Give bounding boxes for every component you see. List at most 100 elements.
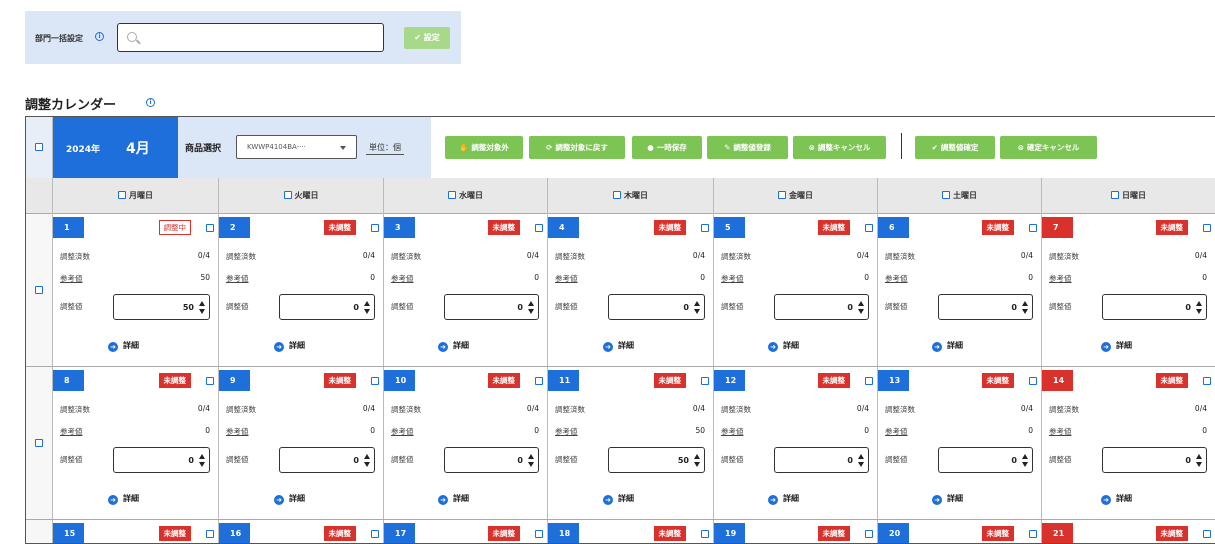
- adjust-value-stepper[interactable]: 0: [774, 447, 869, 473]
- day-cell[interactable]: 11 未調整 調整済数 0/4 参考値 50 調整値 50 ➜ 詳細: [548, 367, 714, 519]
- detail-link[interactable]: ➜ 詳細: [603, 493, 634, 505]
- detail-link[interactable]: ➜ 詳細: [932, 493, 963, 505]
- reference-link[interactable]: 参考値: [60, 273, 83, 284]
- day-checkbox[interactable]: [1029, 377, 1037, 385]
- day-cell[interactable]: 3 未調整 調整済数 0/4 参考値 0 調整値 0 ➜ 詳細: [384, 214, 548, 366]
- day-checkbox[interactable]: [865, 377, 873, 385]
- adjust-value-stepper[interactable]: 0: [444, 294, 539, 320]
- stepper-up-icon[interactable]: [199, 301, 205, 306]
- department-search-input[interactable]: [144, 28, 374, 48]
- stepper-down-icon[interactable]: [364, 309, 370, 314]
- action-button-5[interactable]: ⊗ 調整キャンセル: [793, 136, 886, 159]
- day-cell[interactable]: 2 未調整 調整済数 0/4 参考値 0 調整値 0 ➜ 詳細: [219, 214, 384, 366]
- day-cell[interactable]: 8 未調整 調整済数 0/4 参考値 0 調整値 0 ➜ 詳細: [53, 367, 219, 519]
- day-checkbox[interactable]: [371, 377, 379, 385]
- day-cell[interactable]: 14 未調整 調整済数 0/4 参考値 0 調整値 0 ➜ 詳細: [1042, 367, 1215, 519]
- stepper-up-icon[interactable]: [858, 454, 864, 459]
- stepper-up-icon[interactable]: [199, 454, 205, 459]
- day-checkbox[interactable]: [1029, 224, 1037, 232]
- day-cell[interactable]: 12 未調整 調整済数 0/4 参考値 0 調整値 0 ➜ 詳細: [714, 367, 878, 519]
- day-cell[interactable]: 15 未調整: [53, 520, 219, 543]
- adjust-value-stepper[interactable]: 0: [113, 447, 210, 473]
- adjust-value-input[interactable]: 0: [1185, 303, 1191, 312]
- weekday-checkbox[interactable]: [778, 191, 786, 199]
- reference-link[interactable]: 参考値: [1049, 273, 1072, 284]
- stepper-up-icon[interactable]: [528, 301, 534, 306]
- day-cell[interactable]: 20 未調整: [878, 520, 1042, 543]
- adjust-value-input[interactable]: 0: [188, 456, 194, 465]
- action-button-3[interactable]: ● 一時保存: [632, 136, 702, 159]
- detail-link[interactable]: ➜ 詳細: [768, 340, 799, 352]
- adjust-value-stepper[interactable]: 0: [938, 294, 1033, 320]
- stepper-up-icon[interactable]: [1196, 301, 1202, 306]
- stepper-up-icon[interactable]: [694, 454, 700, 459]
- stepper-up-icon[interactable]: [1022, 301, 1028, 306]
- week-checkbox[interactable]: [35, 286, 43, 294]
- department-search-field[interactable]: [117, 23, 384, 52]
- stepper-down-icon[interactable]: [528, 309, 534, 314]
- stepper-up-icon[interactable]: [858, 301, 864, 306]
- bulk-set-button[interactable]: ✔ 設定: [404, 27, 450, 49]
- adjust-value-stepper[interactable]: 0: [774, 294, 869, 320]
- stepper-down-icon[interactable]: [199, 462, 205, 467]
- stepper-down-icon[interactable]: [1022, 309, 1028, 314]
- detail-link[interactable]: ➜ 詳細: [768, 493, 799, 505]
- day-checkbox[interactable]: [865, 224, 873, 232]
- action-button-4[interactable]: ✎ 調整値登録: [707, 136, 788, 159]
- stepper-up-icon[interactable]: [364, 454, 370, 459]
- day-cell[interactable]: 10 未調整 調整済数 0/4 参考値 0 調整値 0 ➜ 詳細: [384, 367, 548, 519]
- weekday-checkbox[interactable]: [1111, 191, 1119, 199]
- day-checkbox[interactable]: [535, 224, 543, 232]
- day-cell[interactable]: 19 未調整: [714, 520, 878, 543]
- stepper-down-icon[interactable]: [858, 309, 864, 314]
- reference-link[interactable]: 参考値: [226, 426, 249, 437]
- detail-link[interactable]: ➜ 詳細: [438, 493, 469, 505]
- adjust-value-input[interactable]: 0: [847, 456, 853, 465]
- week-checkbox[interactable]: [35, 439, 43, 447]
- reference-link[interactable]: 参考値: [555, 426, 578, 437]
- action-button-7[interactable]: ⊗ 確定キャンセル: [1000, 136, 1097, 159]
- day-cell[interactable]: 4 未調整 調整済数 0/4 参考値 0 調整値 0 ➜ 詳細: [548, 214, 714, 366]
- stepper-down-icon[interactable]: [199, 309, 205, 314]
- adjust-value-stepper[interactable]: 50: [608, 447, 705, 473]
- day-checkbox[interactable]: [535, 377, 543, 385]
- stepper-down-icon[interactable]: [1196, 309, 1202, 314]
- adjust-value-stepper[interactable]: 0: [279, 294, 375, 320]
- day-checkbox[interactable]: [1203, 377, 1211, 385]
- stepper-up-icon[interactable]: [1196, 454, 1202, 459]
- stepper-down-icon[interactable]: [1022, 462, 1028, 467]
- day-checkbox[interactable]: [371, 530, 379, 538]
- action-button-2[interactable]: ⟳ 調整対象に戻す: [529, 136, 625, 159]
- reference-link[interactable]: 参考値: [721, 273, 744, 284]
- stepper-down-icon[interactable]: [858, 462, 864, 467]
- day-checkbox[interactable]: [1029, 530, 1037, 538]
- info-icon[interactable]: i: [95, 32, 104, 41]
- detail-link[interactable]: ➜ 詳細: [1101, 340, 1132, 352]
- adjust-value-input[interactable]: 0: [847, 303, 853, 312]
- adjust-value-stepper[interactable]: 0: [1102, 447, 1207, 473]
- day-checkbox[interactable]: [371, 224, 379, 232]
- stepper-down-icon[interactable]: [528, 462, 534, 467]
- info-icon[interactable]: i: [146, 98, 155, 107]
- action-button-1[interactable]: ✋ 調整対象外: [445, 136, 523, 159]
- day-checkbox[interactable]: [535, 530, 543, 538]
- day-cell[interactable]: 6 未調整 調整済数 0/4 参考値 0 調整値 0 ➜ 詳細: [878, 214, 1042, 366]
- detail-link[interactable]: ➜ 詳細: [603, 340, 634, 352]
- detail-link[interactable]: ➜ 詳細: [1101, 493, 1132, 505]
- day-checkbox[interactable]: [701, 530, 709, 538]
- detail-link[interactable]: ➜ 詳細: [274, 493, 305, 505]
- reference-link[interactable]: 参考値: [555, 273, 578, 284]
- adjust-value-input[interactable]: 0: [1011, 303, 1017, 312]
- stepper-down-icon[interactable]: [1196, 462, 1202, 467]
- day-cell[interactable]: 13 未調整 調整済数 0/4 参考値 0 調整値 0 ➜ 詳細: [878, 367, 1042, 519]
- day-cell[interactable]: 7 未調整 調整済数 0/4 参考値 0 調整値 0 ➜ 詳細: [1042, 214, 1215, 366]
- day-checkbox[interactable]: [701, 224, 709, 232]
- stepper-down-icon[interactable]: [694, 462, 700, 467]
- adjust-value-input[interactable]: 50: [183, 303, 194, 312]
- weekday-checkbox[interactable]: [118, 191, 126, 199]
- reference-link[interactable]: 参考値: [60, 426, 83, 437]
- day-checkbox[interactable]: [206, 224, 214, 232]
- select-all-checkbox[interactable]: [35, 143, 43, 151]
- day-cell[interactable]: 18 未調整: [548, 520, 714, 543]
- day-cell[interactable]: 17 未調整: [384, 520, 548, 543]
